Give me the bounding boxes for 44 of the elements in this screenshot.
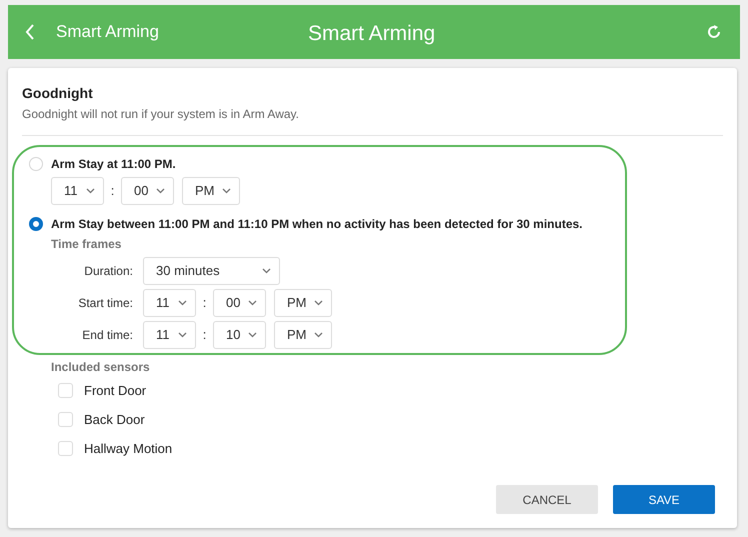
time-separator: :	[202, 294, 208, 312]
field-label: End time:	[81, 327, 134, 344]
minute-select[interactable]: 00	[121, 177, 174, 205]
hour-select[interactable]: 11	[51, 177, 104, 205]
checkbox[interactable]	[58, 383, 73, 398]
radio-button[interactable]	[29, 217, 43, 231]
cancel-button[interactable]: CANCEL	[496, 485, 598, 514]
refresh-icon[interactable]	[706, 24, 722, 40]
back-icon	[24, 24, 36, 40]
sensor-label: Front Door	[84, 382, 146, 400]
section-title: Goodnight	[22, 84, 94, 103]
sensor-label: Back Door	[84, 410, 145, 429]
section-description: Goodnight will not run if your system is in Arm Away.	[22, 106, 300, 123]
chevron-icon	[178, 300, 187, 306]
page-title: Smart Arming	[308, 21, 436, 47]
period-select[interactable]: PM	[274, 321, 332, 349]
minute-select[interactable]: 10	[213, 321, 266, 349]
sensors-heading: Included sensors	[51, 359, 151, 376]
subheading: Time frames	[51, 236, 122, 253]
chevron-icon	[262, 268, 271, 274]
chevron-icon	[86, 188, 95, 194]
chevron-icon	[314, 332, 323, 338]
period-select[interactable]: PM	[182, 177, 240, 205]
option-label: Arm Stay at 11:00 PM.	[51, 156, 176, 173]
option-label: Arm Stay between 11:00 PM and 11:10 PM when no activity has been detected for 30 minutes.	[51, 216, 583, 233]
chevron-icon	[156, 188, 165, 194]
chevron-icon	[248, 332, 257, 338]
chevron-icon	[314, 300, 323, 306]
period-select[interactable]: PM	[274, 289, 332, 317]
sensor-label: Hallway Motion	[84, 440, 172, 458]
field-label: Start time:	[77, 295, 134, 312]
hour-select[interactable]: 11	[143, 321, 196, 349]
time-separator: :	[202, 326, 208, 344]
save-button[interactable]: SAVE	[613, 485, 715, 514]
time-separator: :	[110, 182, 116, 200]
minute-select[interactable]: 00	[213, 289, 266, 317]
chevron-icon	[178, 332, 187, 338]
hour-select[interactable]: 11	[143, 289, 196, 317]
field-label: Duration:	[83, 263, 134, 280]
checkbox[interactable]	[58, 412, 73, 427]
checkbox[interactable]	[58, 441, 73, 456]
duration-select[interactable]: 30 minutes	[143, 257, 280, 285]
chevron-icon	[248, 300, 257, 306]
chevron-icon	[222, 188, 231, 194]
